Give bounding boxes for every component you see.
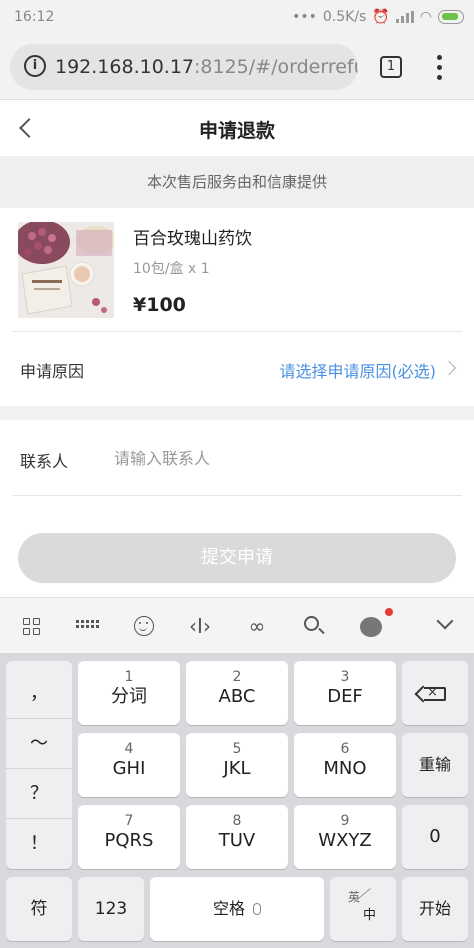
punct-key[interactable]: ！ (6, 819, 72, 869)
key-6[interactable]: 6 MNO (294, 733, 396, 797)
url-host: 192.168.10.17 (55, 56, 195, 78)
url-text[interactable]: 192.168.10.17:8125/#/orderrefund (55, 56, 358, 78)
product-price: ¥100 (133, 294, 186, 316)
page-title: 申请退款 (198, 120, 275, 142)
key-letters: DEF (327, 686, 363, 707)
battery-icon (438, 10, 464, 24)
key-letters: TUV (218, 830, 256, 851)
link-icon[interactable]: ∞ (242, 612, 272, 640)
page-header: 申请退款 (0, 100, 474, 156)
url-path: :8125/#/orderrefund (194, 56, 358, 78)
contact-input[interactable] (112, 442, 452, 474)
product-image (18, 222, 114, 318)
divider (12, 495, 462, 496)
key-number: 3 (340, 669, 350, 685)
emoji-icon[interactable] (129, 612, 159, 640)
key-2[interactable]: 2 ABC (186, 661, 288, 725)
key-number: 9 (340, 813, 350, 829)
punct-key[interactable]: ， (6, 669, 72, 719)
key-letters: JKL (223, 758, 251, 779)
lang-zh-label: 中 (363, 908, 377, 923)
key-letters: WXYZ (318, 830, 372, 851)
zero-key[interactable]: 0 (402, 805, 468, 869)
key-number: 6 (340, 741, 350, 757)
product-card: 百合玫瑰山药饮 10包/盒 x 1 ¥100 (0, 208, 474, 332)
collapse-icon[interactable] (430, 612, 460, 640)
brand-icon[interactable] (356, 612, 386, 640)
tab-switcher-button[interactable]: 1 (380, 56, 402, 78)
network-speed: 0.5K/s (322, 9, 367, 25)
more-menu-icon[interactable] (430, 52, 450, 84)
submit-button[interactable]: 提交申请 (18, 533, 456, 583)
key-number: 2 (232, 669, 242, 685)
enter-key[interactable]: 开始 (402, 877, 468, 941)
key-number: 8 (232, 813, 242, 829)
product-spec: 10包/盒 x 1 (133, 261, 210, 277)
status-dots: ••• (292, 9, 317, 25)
contact-row: 联系人 (0, 420, 474, 496)
alarm-icon: ⏰ (372, 9, 390, 25)
key-number: 1 (124, 669, 134, 685)
key-number: 7 (124, 813, 134, 829)
key-number: 5 (232, 741, 242, 757)
punctuation-column[interactable]: ， ～ ？ ！ (6, 661, 72, 869)
contact-label: 联系人 (20, 452, 69, 471)
space-label: 空格 (212, 899, 245, 918)
key-3[interactable]: 3 DEF (294, 661, 396, 725)
key-letters: ABC (218, 686, 256, 707)
reason-row[interactable]: 申请原因 请选择申请原因(必选) (0, 332, 474, 406)
key-number: 4 (124, 741, 134, 757)
product-photo (18, 222, 114, 318)
service-note: 本次售后服务由和信康提供 (0, 156, 474, 208)
key-letters: MNO (323, 758, 367, 779)
key-5[interactable]: 5 JKL (186, 733, 288, 797)
redo-key[interactable]: 重输 (402, 733, 468, 797)
language-switch-key[interactable]: 英 中 (330, 877, 396, 941)
keyboard: ， ～ ？ ！ 1 分词 2 ABC 3 DEF 4 GHI 5 JKL 6 MNO 7 PQ… (0, 653, 474, 948)
signal-icon (395, 11, 414, 23)
number-switch-key[interactable]: 123 (78, 877, 144, 941)
search-icon[interactable] (298, 612, 328, 640)
key-letters: PQRS (104, 830, 154, 851)
notification-dot (385, 608, 393, 616)
key-letters: GHI (112, 758, 146, 779)
status-bar: 16:12 ••• 0.5K/s ⏰ ◠ (0, 0, 474, 36)
symbols-key[interactable]: 符 (6, 877, 72, 941)
key-8[interactable]: 8 TUV (186, 805, 288, 869)
reason-label: 申请原因 (20, 362, 85, 381)
status-time: 16:12 (14, 9, 55, 25)
backspace-icon (424, 685, 446, 701)
cursor-icon[interactable]: ‹I› (185, 612, 215, 640)
address-bar[interactable]: i 192.168.10.17:8125/#/orderrefund (10, 44, 358, 90)
info-icon[interactable]: i (24, 55, 46, 77)
wifi-icon: ◠ (419, 9, 432, 25)
microphone-icon (253, 903, 261, 915)
chevron-right-icon (441, 360, 457, 376)
grid-icon[interactable] (16, 612, 46, 640)
key-7[interactable]: 7 PQRS (78, 805, 180, 869)
browser-toolbar: i 192.168.10.17:8125/#/orderrefund 1 (0, 36, 474, 100)
space-key[interactable]: 空格 (150, 877, 324, 941)
section-gap (0, 406, 474, 420)
keyboard-icon[interactable] (72, 612, 102, 640)
backspace-key[interactable] (402, 661, 468, 725)
product-name: 百合玫瑰山药饮 (133, 229, 252, 249)
key-9[interactable]: 9 WXYZ (294, 805, 396, 869)
key-4[interactable]: 4 GHI (78, 733, 180, 797)
punct-key[interactable]: ？ (6, 769, 72, 819)
key-1[interactable]: 1 分词 (78, 661, 180, 725)
punct-key[interactable]: ～ (6, 719, 72, 769)
reason-select[interactable]: 请选择申请原因(必选) (280, 358, 437, 382)
key-letters: 分词 (111, 686, 147, 707)
keyboard-toolbar: ‹I› ∞ (0, 597, 474, 653)
